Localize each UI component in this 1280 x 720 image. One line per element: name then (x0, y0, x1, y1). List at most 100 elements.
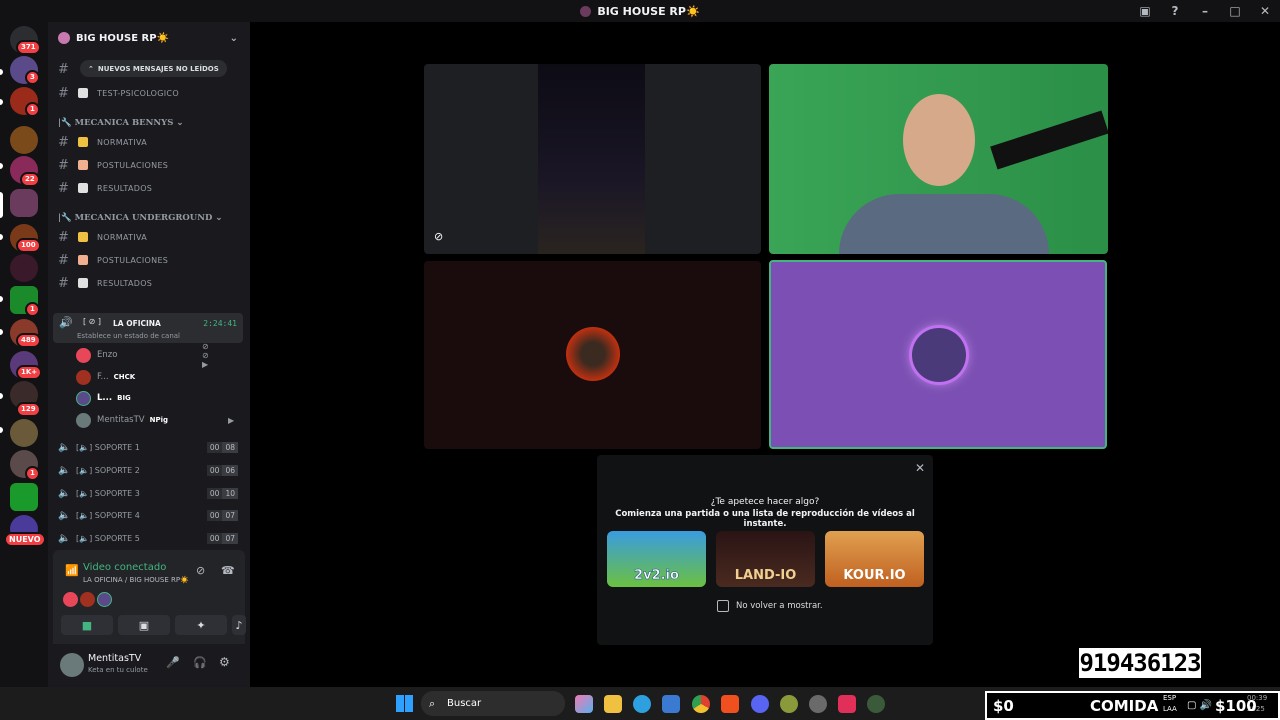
category-mecanica-bennys[interactable]: |🔧 MECANICA BENNYS ⌄ (58, 118, 183, 128)
rtc-channel[interactable]: LA OFICINA / BIG HOUSE RP☀️ (83, 576, 189, 584)
server-icon[interactable] (10, 483, 38, 511)
channel-hidden[interactable]: # (58, 59, 78, 79)
game-card-land-io[interactable]: LAND-IO (716, 531, 815, 587)
rtc-status[interactable]: Video conectado (83, 562, 166, 573)
soundboard-button[interactable]: ♪ (232, 615, 246, 635)
windows-start-icon[interactable] (396, 695, 413, 712)
channel-postulaciones[interactable]: # POSTULACIONES (58, 155, 168, 175)
server-icon[interactable] (10, 254, 38, 282)
unread-pill (0, 69, 3, 75)
channel-postulaciones[interactable]: # POSTULACIONES (58, 250, 168, 270)
server-badge: 371 (16, 40, 41, 55)
voice-user[interactable]: L... BIG (76, 388, 131, 408)
close-icon[interactable]: ✕ (915, 461, 925, 475)
signal-icon[interactable]: 📶 (65, 564, 79, 577)
noise-suppression-icon[interactable]: ⊘ (196, 564, 205, 577)
dont-show-label[interactable]: No volver a mostrar. (736, 601, 823, 611)
microphone-icon[interactable]: 🎤 (166, 656, 180, 669)
voice-channel-name: SOPORTE 3 (94, 488, 140, 498)
user-limit: 08 (222, 441, 238, 453)
voice-channel[interactable]: 🔈 [🔈] SOPORTE 2 00 06 (58, 460, 243, 480)
brave-icon[interactable] (721, 695, 739, 713)
speaker-icon: 🔈 (58, 532, 71, 544)
language-code: ESP (1163, 694, 1177, 702)
search-icon: ⌕ (429, 696, 436, 710)
avatar (80, 592, 95, 607)
discord-icon[interactable] (751, 695, 769, 713)
channel-test-psicologico[interactable]: # TEST-PSICOLOGICO (58, 83, 179, 103)
video-tile-webcam[interactable] (769, 64, 1108, 254)
game-card-kour-io[interactable]: KOUR.IO (825, 531, 924, 587)
speaker-icon: 🔊 (59, 316, 73, 329)
voice-user-tag: BIG (117, 394, 131, 402)
channel-status-hint[interactable]: Establece un estado de canal (77, 332, 180, 340)
channel-resultados[interactable]: # RESULTADOS (58, 273, 152, 293)
avatar (76, 412, 91, 428)
guild-header[interactable]: BIG HOUSE RP☀️ ⌄ (48, 22, 250, 54)
category-mecanica-underground[interactable]: |🔧 MECANICA UNDERGROUND ⌄ (58, 213, 222, 223)
voice-channel[interactable]: 🔈 [🔈] SOPORTE 3 00 10 (58, 483, 243, 503)
edge-icon[interactable] (633, 695, 651, 713)
guild-logo-icon (58, 32, 70, 44)
hash-icon: # (58, 180, 70, 196)
channel-normativa[interactable]: # NORMATIVA (58, 132, 147, 152)
channel-normativa[interactable]: # NORMATIVA (58, 227, 147, 247)
user-count: 00 (206, 464, 223, 476)
screen-share-icon: ▣ (138, 618, 150, 632)
screen-share-button[interactable]: ▣ (118, 615, 170, 635)
hash-icon: # (58, 157, 70, 173)
server-icon-active[interactable] (10, 189, 38, 217)
app-icon[interactable] (780, 695, 798, 713)
voice-user[interactable]: MentitasTV NPig ▶ (76, 410, 234, 430)
file-explorer-icon[interactable] (604, 695, 622, 713)
speaker-icon: 🔈 (58, 464, 71, 476)
dont-show-checkbox[interactable] (717, 600, 729, 612)
copilot-icon[interactable] (575, 695, 593, 713)
voice-channel-name: SOPORTE 4 (94, 510, 140, 520)
voice-channel-bracket: [🔈] (76, 510, 95, 520)
voice-channel-la-oficina[interactable]: 🔊 [ ⊘ ] LA OFICINA 2:24:41 Establece un … (53, 313, 243, 343)
gear-icon[interactable]: ⚙ (219, 655, 230, 669)
camera-button[interactable]: ■ (61, 615, 113, 635)
inbox-icon[interactable]: ▣ (1130, 4, 1160, 18)
server-icon[interactable] (10, 419, 38, 447)
voice-user[interactable]: Enzo ⊘ ⊘ ▶ (76, 342, 209, 369)
game-hud: $0 COMIDA ESP LAA ▢ 🔊 00:39 2025 $100 (985, 691, 1280, 720)
store-icon[interactable] (662, 695, 680, 713)
avatar (912, 328, 966, 382)
activity-title: ¿Te apetece hacer algo? (710, 497, 820, 507)
taskbar-search[interactable]: ⌕ Buscar (421, 691, 565, 716)
app-icon[interactable] (867, 695, 885, 713)
user-name: MentitasTV (88, 653, 142, 664)
avatar[interactable] (60, 653, 84, 677)
voice-user[interactable]: F... CHCK (76, 367, 135, 387)
voice-channel[interactable]: 🔈 [🔈] SOPORTE 4 00 07 (58, 505, 243, 525)
maximize-button[interactable]: □ (1220, 4, 1250, 18)
minimize-button[interactable]: – (1190, 4, 1220, 18)
user-limit: 07 (222, 532, 238, 544)
hash-icon: # (58, 229, 70, 245)
avatar-tile-f[interactable] (424, 261, 761, 449)
unread-pill (0, 427, 3, 433)
unread-pill (0, 393, 3, 399)
app-icon[interactable] (809, 695, 827, 713)
wrench-icon: 🔧 (61, 118, 72, 128)
voice-channel-bracket: [🔈] (76, 533, 95, 543)
new-messages-pill[interactable]: ⌃ NUEVOS MENSAJES NO LEÍDOS (80, 60, 227, 77)
disconnect-icon[interactable]: ☎ (221, 564, 235, 577)
tiktok-icon[interactable] (838, 695, 856, 713)
video-tile-enzo[interactable]: ⊘ (424, 64, 761, 254)
close-button[interactable]: ✕ (1250, 4, 1280, 18)
game-card-2v2[interactable]: 2v2.io (607, 531, 706, 587)
activities-button[interactable]: ✦ (175, 615, 227, 635)
voice-channel[interactable]: 🔈 [🔈] SOPORTE 5 00 07 (58, 528, 243, 548)
server-icon[interactable] (10, 126, 38, 154)
help-icon[interactable]: ? (1160, 4, 1190, 18)
headphones-icon[interactable]: 🎧 (193, 656, 207, 669)
voice-channel[interactable]: 🔈 [🔈] SOPORTE 1 00 08 (58, 437, 243, 457)
channel-resultados[interactable]: # RESULTADOS (58, 178, 152, 198)
hash-icon: # (58, 252, 70, 268)
chrome-icon[interactable] (692, 695, 710, 713)
avatar-tile-l[interactable] (769, 260, 1107, 449)
server-list: 371 3 1 22 100 1 489 1K+ 129 1 NUEVO (0, 22, 48, 687)
